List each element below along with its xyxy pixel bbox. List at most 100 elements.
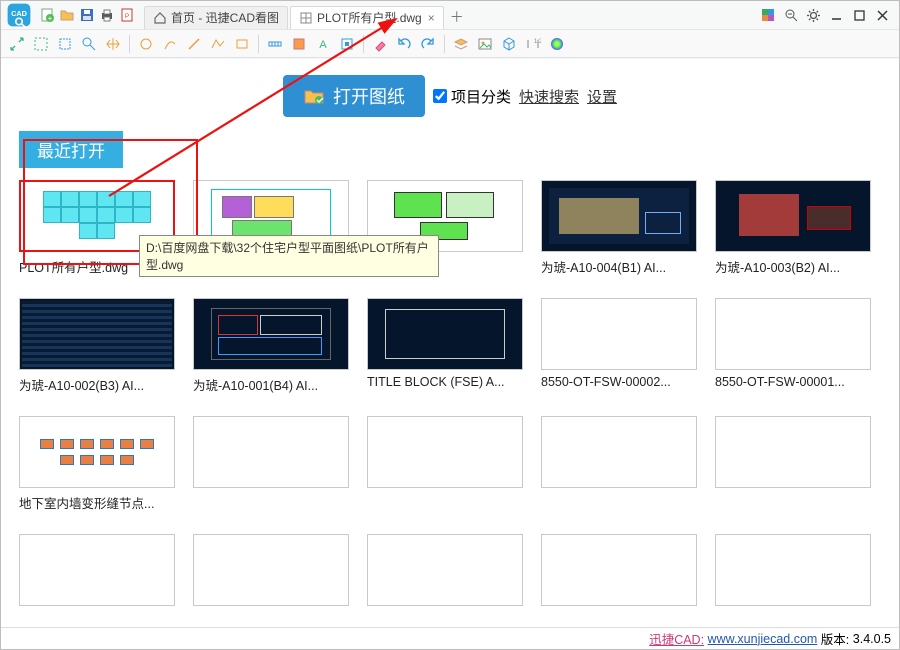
recent-file-card[interactable] [19,534,175,606]
tool-scale-icon[interactable] [7,34,27,54]
project-category-checkbox[interactable]: 项目分类 [433,86,511,107]
thumbnail[interactable] [367,298,523,370]
thumbnail[interactable] [193,534,349,606]
thumbnail-caption: 为琥-A10-004(B1) AI... [541,257,697,276]
separator [129,35,130,53]
thumbnail[interactable] [193,416,349,488]
thumbnail[interactable] [541,534,697,606]
open-drawing-button[interactable]: 打开图纸 [283,75,425,117]
thumbnail[interactable] [541,298,697,370]
thumbnail[interactable] [715,180,871,252]
tool-arc-icon[interactable] [160,34,180,54]
tool-image-icon[interactable] [475,34,495,54]
thumbnail-caption: 为琥-A10-002(B3) AI... [19,375,175,394]
tool-3d-icon[interactable] [499,34,519,54]
home-icon [153,11,167,25]
thumbnail[interactable] [715,416,871,488]
thumbnail-caption: 8550-OT-FSW-00002... [541,375,697,389]
tool-layer-icon[interactable] [289,34,309,54]
recent-file-card[interactable]: TITLE BLOCK (FSE) A... [367,298,523,394]
project-category-input[interactable] [433,89,447,103]
close-window-button[interactable] [874,7,891,24]
recent-file-card[interactable] [541,534,697,606]
recent-file-card[interactable]: 为琥-A10-004(B1) AI... [541,180,697,276]
recent-section-title: 最近打开 [19,131,123,168]
recent-file-card[interactable] [715,534,871,606]
recent-file-card[interactable]: 为琥-A10-001(B4) AI... [193,298,349,394]
recent-file-card[interactable]: 地下室内墙变形缝节点... [19,416,175,512]
tool-block-icon[interactable] [337,34,357,54]
file-path-tooltip: D:\百度网盘下载\32个住宅户型平面图纸\PLOT所有户型.dwg [139,235,439,277]
new-file-icon[interactable]: + [38,6,56,24]
tool-text-icon[interactable]: A [313,34,333,54]
recent-file-card[interactable]: 8550-OT-FSW-00002... [541,298,697,394]
tab-document-plot[interactable]: PLOT所有户型.dwg × [290,6,444,29]
recent-file-card[interactable]: 8550-OT-FSW-00001... [715,298,871,394]
tool-measure-icon[interactable] [265,34,285,54]
status-url-link[interactable]: www.xunjiecad.com [708,632,818,646]
thumbnail[interactable] [19,534,175,606]
tool-pan-icon[interactable] [103,34,123,54]
thumbnail[interactable] [715,298,871,370]
tool-redo-icon[interactable] [418,34,438,54]
open-folder-icon[interactable] [58,6,76,24]
thumbnail[interactable] [367,534,523,606]
window-controls [759,7,891,24]
tab-home[interactable]: 首页 - 迅捷CAD看图 [144,6,288,29]
tool-erase-icon[interactable] [370,34,390,54]
close-tab-icon[interactable]: × [428,11,435,25]
recent-file-card[interactable] [193,416,349,512]
separator [363,35,364,53]
recent-file-card[interactable] [367,534,523,606]
quick-search-link[interactable]: 快速搜索 [519,86,579,107]
tool-undo-icon[interactable] [394,34,414,54]
tool-circle-icon[interactable] [136,34,156,54]
thumbnail[interactable] [541,180,697,252]
tool-line-icon[interactable] [184,34,204,54]
recent-file-card[interactable] [193,534,349,606]
recent-file-card[interactable]: 为琥-A10-003(B2) AI... [715,180,871,276]
title-bar: CAD + P 首页 - 迅捷CAD看图 PLOT所有户型.dwg × ＋ [1,1,899,30]
minimize-button[interactable] [828,7,845,24]
recent-file-card[interactable] [367,416,523,512]
thumbnail[interactable] [715,534,871,606]
tool-polyline-icon[interactable] [208,34,228,54]
app-logo: CAD [5,2,32,29]
action-bar: 打开图纸 项目分类 快速搜索 设置 [19,75,881,117]
tool-layers-icon[interactable] [451,34,471,54]
grid-icon [299,11,313,25]
recent-file-card[interactable]: 为琥-A10-002(B3) AI... [19,298,175,394]
settings-link[interactable]: 设置 [587,86,617,107]
svg-text:P: P [125,14,129,20]
open-drawing-label: 打开图纸 [333,83,405,109]
print-icon[interactable] [98,6,116,24]
new-tab-button[interactable]: ＋ [446,6,468,29]
recent-file-card[interactable] [541,416,697,512]
recent-file-card[interactable] [715,416,871,512]
thumbnail-caption: TITLE BLOCK (FSE) A... [367,375,523,389]
tool-fullextent-icon[interactable] [31,34,51,54]
thumbnail[interactable] [193,298,349,370]
tool-zoom-icon[interactable] [79,34,99,54]
thumbnail[interactable] [541,416,697,488]
palette-icon[interactable] [759,7,776,24]
export-pdf-icon[interactable]: P [118,6,136,24]
tool-rect-icon[interactable] [232,34,252,54]
thumbnail[interactable] [19,416,175,488]
tool-color-icon[interactable] [547,34,567,54]
tab-label: 首页 - 迅捷CAD看图 [171,9,279,26]
svg-text:CAD: CAD [11,9,27,18]
status-version-label: 版本: [821,629,849,648]
thumbnail[interactable] [19,298,175,370]
content-area: 打开图纸 项目分类 快速搜索 设置 最近打开 PLOT所有户型.dwg为琥-A1… [1,59,899,627]
thumbnail-caption: 地下室内墙变形缝节点... [19,493,175,512]
gear-icon[interactable] [805,7,822,24]
maximize-button[interactable] [851,7,868,24]
thumbnail[interactable] [367,416,523,488]
zoom-out-icon[interactable] [782,7,799,24]
thumbnail-caption: 8550-OT-FSW-00001... [715,375,871,389]
thumbnail-caption: 为琥-A10-003(B2) AI... [715,257,871,276]
tool-dim-icon[interactable]: 1:2 [523,34,543,54]
tool-window-icon[interactable] [55,34,75,54]
save-icon[interactable] [78,6,96,24]
